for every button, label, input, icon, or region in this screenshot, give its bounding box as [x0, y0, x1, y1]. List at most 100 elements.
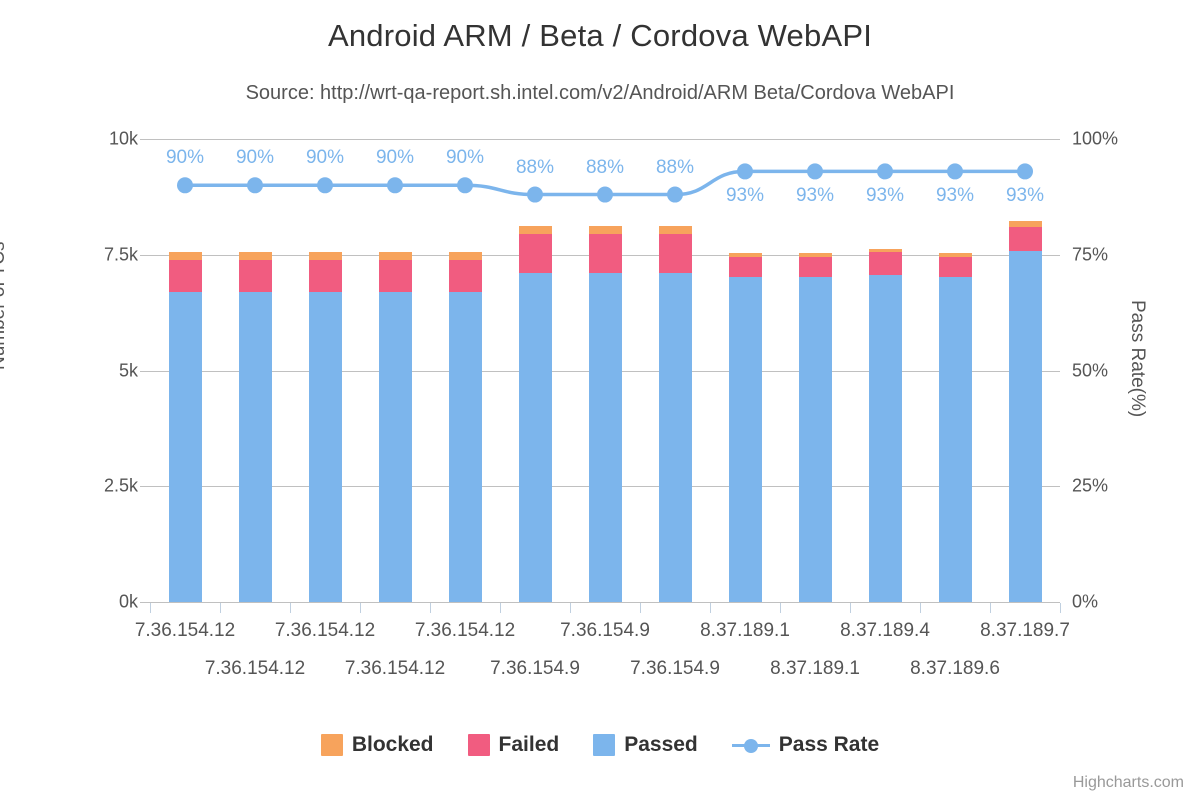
x-axis-tick-label: 7.36.154.12 — [134, 620, 236, 641]
y-axis-left-tick-label: 2.5k — [103, 475, 138, 496]
y-axis-title-left: Number of TCs — [0, 241, 9, 370]
bar-group[interactable] — [168, 139, 202, 602]
bar-group[interactable] — [378, 139, 412, 602]
x-axis-tick-label: 8.37.189.6 — [910, 658, 1000, 679]
x-axis-tick-mark — [850, 603, 851, 613]
bar-segment-passed[interactable] — [868, 275, 902, 602]
bar-segment-failed[interactable] — [308, 259, 342, 293]
pass-rate-data-label: 90% — [165, 147, 205, 169]
bar-segment-blocked[interactable] — [588, 225, 622, 234]
bar-segment-passed[interactable] — [798, 277, 832, 602]
x-axis-tick-mark — [1060, 603, 1061, 613]
bar-segment-blocked[interactable] — [728, 253, 762, 258]
bar-group[interactable] — [518, 139, 552, 602]
bar-group[interactable] — [308, 139, 342, 602]
x-axis-tick-label: 8.37.189.1 — [700, 620, 790, 641]
bar-segment-blocked[interactable] — [938, 253, 972, 258]
bar-group[interactable] — [238, 139, 272, 602]
legend-swatch-icon — [467, 734, 490, 756]
y-axis-left-tick-label: 5k — [118, 360, 138, 380]
bar-segment-blocked[interactable] — [378, 251, 412, 260]
pass-rate-data-label: 88% — [655, 156, 695, 178]
bar-segment-blocked[interactable] — [308, 251, 342, 260]
legend-item-blocked[interactable]: Blocked — [320, 733, 434, 757]
legend-swatch-icon — [320, 734, 343, 756]
y-axis-tick-mark — [140, 370, 150, 372]
x-axis-tick-mark — [290, 603, 291, 613]
legend-swatch-icon — [593, 734, 616, 756]
x-axis-tick-mark — [500, 603, 501, 613]
bar-segment-failed[interactable] — [588, 233, 622, 273]
y-axis-right-tick-label: 25% — [1072, 475, 1109, 496]
pass-rate-data-label: 90% — [445, 147, 485, 169]
x-axis-tick-label: 7.36.154.12 — [204, 658, 306, 679]
bar-segment-blocked[interactable] — [168, 251, 202, 260]
pass-rate-data-label: 88% — [585, 156, 625, 178]
y-axis-right-tick-label: 0% — [1072, 591, 1099, 612]
x-axis-tick-label: 7.36.154.12 — [274, 620, 376, 641]
bar-segment-passed[interactable] — [238, 292, 272, 602]
x-axis-tick-mark — [430, 603, 431, 613]
bar-segment-blocked[interactable] — [238, 251, 272, 260]
bar-segment-failed[interactable] — [728, 257, 762, 278]
bar-segment-passed[interactable] — [588, 272, 622, 602]
bar-segment-passed[interactable] — [938, 277, 972, 602]
bar-group[interactable] — [658, 139, 692, 602]
credits-label: Highcharts.com — [1072, 774, 1184, 791]
bar-segment-failed[interactable] — [938, 257, 972, 278]
x-axis-tick-label: 8.37.189.4 — [840, 620, 930, 641]
bar-group[interactable] — [938, 139, 972, 602]
legend-item-failed[interactable]: Failed — [467, 733, 559, 757]
bar-segment-blocked[interactable] — [518, 225, 552, 234]
bar-segment-failed[interactable] — [168, 259, 202, 293]
bar-segment-blocked[interactable] — [798, 253, 832, 258]
x-axis-tick-mark — [640, 603, 641, 613]
bar-segment-failed[interactable] — [798, 257, 832, 278]
legend-item-label: Passed — [624, 733, 698, 756]
legend-item-pass-rate[interactable]: Pass Rate — [731, 733, 879, 757]
bar-segment-failed[interactable] — [448, 259, 482, 293]
bar-segment-passed[interactable] — [308, 292, 342, 602]
bar-group[interactable] — [728, 139, 762, 602]
bar-segment-failed[interactable] — [1008, 226, 1042, 251]
bar-segment-blocked[interactable] — [448, 251, 482, 260]
x-axis-tick-label: 7.36.154.12 — [344, 658, 446, 679]
bar-segment-passed[interactable] — [448, 292, 482, 602]
pass-rate-data-label: 88% — [515, 156, 555, 178]
x-axis-tick-mark — [780, 603, 781, 613]
bar-group[interactable] — [798, 139, 832, 602]
legend-item-passed[interactable]: Passed — [593, 733, 698, 757]
bar-segment-blocked[interactable] — [1008, 221, 1042, 227]
pass-rate-data-label: 90% — [375, 147, 415, 169]
bar-segment-failed[interactable] — [868, 252, 902, 276]
bar-segment-passed[interactable] — [1008, 250, 1042, 602]
bar-segment-blocked[interactable] — [658, 225, 692, 234]
y-axis-left-tick-label: 0k — [118, 591, 138, 612]
y-axis-tick-mark — [140, 486, 150, 488]
bar-segment-passed[interactable] — [378, 292, 412, 602]
bar-segment-failed[interactable] — [378, 259, 412, 293]
y-axis-left-tick-label: 10k — [108, 128, 138, 149]
y-axis-tick-mark — [140, 254, 150, 256]
bar-segment-passed[interactable] — [168, 292, 202, 602]
bar-group[interactable] — [868, 139, 902, 602]
bar-segment-failed[interactable] — [518, 233, 552, 273]
bar-segment-passed[interactable] — [658, 272, 692, 602]
x-axis-tick-mark — [710, 603, 711, 613]
legend-item-label: Blocked — [351, 733, 434, 756]
x-axis-tick-label: 8.37.189.7 — [980, 620, 1070, 641]
bar-segment-passed[interactable] — [518, 272, 552, 602]
bar-group[interactable] — [448, 139, 482, 602]
chart-legend: Blocked Failed Passed Pass Rate — [0, 733, 1200, 757]
x-axis-tick-mark — [220, 603, 221, 613]
bar-segment-blocked[interactable] — [868, 248, 902, 253]
x-axis-tick-mark — [150, 603, 151, 613]
bar-segment-failed[interactable] — [238, 259, 272, 293]
bar-segment-passed[interactable] — [728, 277, 762, 602]
legend-line-marker-icon — [731, 734, 770, 756]
x-axis-tick-mark — [570, 603, 571, 613]
x-axis-line — [150, 602, 1060, 603]
bar-group[interactable] — [1008, 139, 1042, 602]
bar-group[interactable] — [588, 139, 622, 602]
bar-segment-failed[interactable] — [658, 233, 692, 273]
